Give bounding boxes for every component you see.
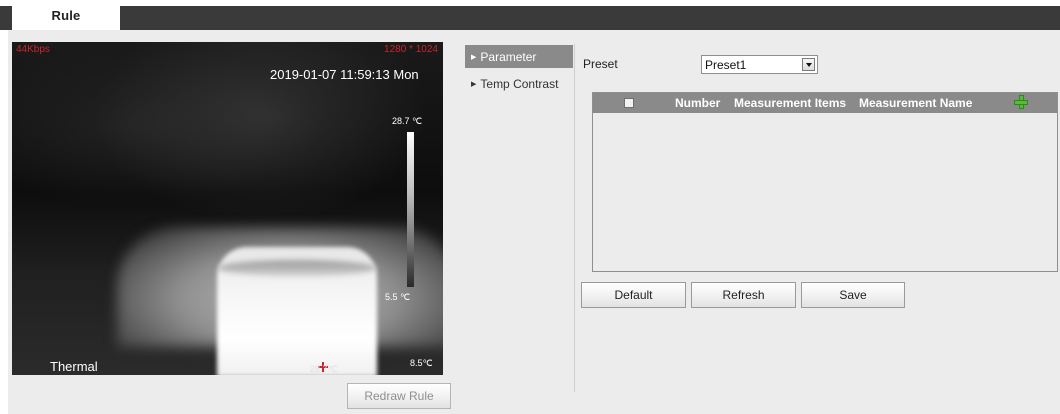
redraw-rule-label: Redraw Rule — [364, 389, 434, 403]
tab-rule[interactable]: Rule — [12, 0, 120, 30]
plus-icon[interactable] — [1014, 95, 1028, 109]
preset-select[interactable]: Preset1 — [701, 55, 818, 74]
table-header: Number Measurement Items Measurement Nam… — [593, 93, 1057, 113]
refresh-button[interactable]: Refresh — [691, 282, 796, 308]
scale-max-temp: 28.7 ℃ — [392, 116, 423, 126]
triangle-right-icon: ▶ — [471, 80, 477, 88]
menu-item-parameter[interactable]: ▶ Parameter — [465, 45, 573, 68]
column-header-measurement-items: Measurement Items — [734, 96, 847, 110]
menu-item-temp-contrast[interactable]: ▶ Temp Contrast — [465, 72, 573, 95]
redraw-rule-button[interactable]: Redraw Rule — [347, 383, 451, 409]
menu-item-label: Temp Contrast — [480, 76, 559, 91]
default-button[interactable]: Default — [581, 282, 686, 308]
preset-label: Preset — [583, 57, 618, 71]
tab-bar — [0, 6, 1060, 30]
preset-select-value: Preset1 — [705, 57, 747, 72]
measurement-table: Number Measurement Items Measurement Nam… — [592, 92, 1058, 272]
video-bitrate: 44Kbps — [16, 44, 50, 55]
menu-item-label: Parameter — [480, 49, 537, 64]
video-timestamp: 2019-01-07 11:59:13 Mon — [270, 67, 419, 82]
spot-temp: 28.7℃ — [310, 364, 338, 374]
tab-rule-label: Rule — [51, 7, 81, 23]
scale-min-temp: 5.5 ℃ — [385, 292, 411, 302]
vertical-divider — [574, 44, 575, 392]
chevron-down-icon[interactable] — [802, 58, 815, 71]
default-button-label: Default — [614, 288, 653, 302]
save-button[interactable]: Save — [801, 282, 905, 308]
select-all-checkbox[interactable] — [624, 98, 634, 108]
refresh-button-label: Refresh — [722, 288, 765, 302]
video-mode-label: Thermal — [50, 359, 98, 374]
temperature-color-bar — [407, 132, 414, 287]
triangle-right-icon: ▶ — [471, 53, 477, 61]
low-temp: 8.5℃ — [410, 358, 433, 368]
thermal-video-preview[interactable]: 44Kbps 1280 * 1024 2019-01-07 11:59:13 M… — [12, 42, 443, 375]
column-header-measurement-name: Measurement Name — [859, 96, 973, 110]
column-header-number: Number — [675, 96, 721, 110]
video-resolution: 1280 * 1024 — [384, 44, 438, 55]
save-button-label: Save — [839, 288, 867, 302]
thermal-hot-object-rim — [217, 260, 377, 276]
